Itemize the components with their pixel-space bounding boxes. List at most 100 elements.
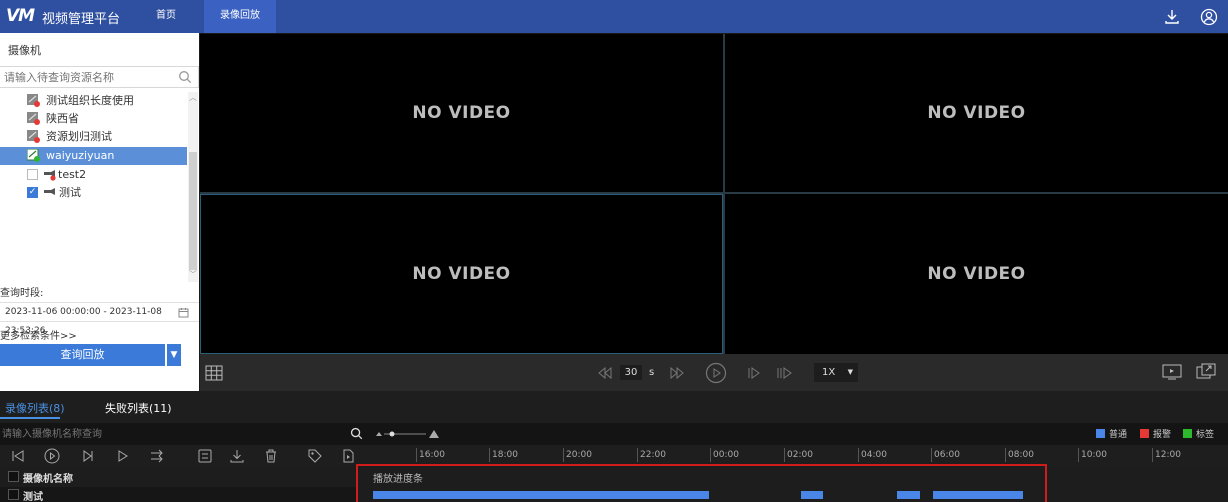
timeline-tick: 02:00: [784, 448, 813, 462]
camera-offline-icon: [44, 170, 56, 181]
tab-underline: [0, 417, 60, 419]
query-playback-button[interactable]: 查询回放: [0, 344, 165, 366]
chevron-down-icon: ▼: [847, 368, 853, 376]
timeline-tick: 08:00: [1005, 448, 1034, 462]
timeline-tick: 06:00: [931, 448, 960, 462]
scroll-thumb[interactable]: [189, 152, 197, 270]
select-all-checkbox[interactable]: [8, 471, 19, 482]
step-forward-icon[interactable]: [668, 364, 686, 382]
tree-scrollbar[interactable]: ︿ ﹀: [188, 92, 198, 282]
video-cell[interactable]: NO VIDEO: [725, 34, 1228, 192]
legend-swatch: [1183, 429, 1192, 438]
frame-forward-icon[interactable]: [745, 364, 763, 382]
scroll-down-icon[interactable]: ﹀: [189, 269, 197, 280]
folder-offline-icon: [27, 112, 40, 125]
tree-item-label: 测试组织长度使用: [46, 94, 134, 107]
video-grid: NO VIDEO NO VIDEO NO VIDEO NO VIDEO: [200, 34, 1228, 354]
date-range-field[interactable]: 2023-11-06 00:00:00 - 2023-11-08 23:53:2…: [0, 302, 199, 336]
tree-item-folder-selected[interactable]: waiyuziyuan: [0, 147, 187, 165]
grid-divider: [200, 192, 1228, 194]
row-camera-name: 测试: [23, 492, 43, 502]
video-cell-selected[interactable]: NO VIDEO: [200, 194, 723, 354]
app-root: VM 视频管理平台 首页 录像回放 摄像机 测试组织长度使用 陕西省 资源划归测…: [0, 0, 1228, 502]
legend-alarm: 报警: [1140, 427, 1171, 440]
legend-tag: 标签: [1183, 427, 1214, 440]
camera-search-input[interactable]: [0, 424, 345, 444]
query-dropdown-button[interactable]: ▼: [167, 344, 181, 366]
period-label: 查询时段:: [0, 288, 44, 299]
tag-icon[interactable]: [307, 448, 323, 464]
top-bar: VM 视频管理平台 首页 录像回放: [0, 0, 1228, 33]
delete-icon[interactable]: [263, 448, 279, 464]
fullscreen-icon[interactable]: [1196, 363, 1216, 381]
user-icon[interactable]: [1200, 8, 1218, 26]
timeline-tick: 10:00: [1078, 448, 1107, 462]
logo: VM: [6, 6, 35, 26]
folder-offline-icon: [27, 94, 40, 107]
step-seconds-input[interactable]: 30: [620, 365, 642, 380]
folder-online-icon: [27, 149, 40, 162]
table-row[interactable]: 测试: [0, 487, 356, 502]
more-conditions-link[interactable]: 更多检索条件>>: [0, 327, 77, 342]
video-cell[interactable]: NO VIDEO: [200, 34, 723, 192]
next-record-icon[interactable]: [115, 448, 131, 464]
tab-playback[interactable]: 录像回放: [204, 0, 276, 33]
column-header-camera-name: 摄像机名称: [23, 474, 73, 485]
tab-record-list[interactable]: 录像列表(8): [5, 400, 65, 416]
legend-label: 标签: [1196, 430, 1215, 440]
speed-select[interactable]: 1X ▼: [814, 363, 858, 382]
tree-item-label: 陕西省: [46, 112, 79, 125]
tree-item-folder-3[interactable]: 资源划归测试: [0, 128, 187, 146]
tree-item-folder-2[interactable]: 陕西省: [0, 110, 187, 128]
layout-grid-icon[interactable]: [205, 364, 223, 382]
camera-checkbox-checked[interactable]: ✓: [27, 187, 38, 198]
tag-list-icon[interactable]: [340, 448, 356, 464]
playback-control-bar: 30 s 1X ▼: [200, 354, 1228, 391]
timeline-tick: 16:00: [416, 448, 445, 462]
timeline-tick: 18:00: [489, 448, 518, 462]
calendar-icon[interactable]: [178, 307, 189, 318]
resource-search-input[interactable]: [0, 67, 170, 87]
search-icon[interactable]: [178, 70, 192, 84]
camera-checkbox[interactable]: [27, 169, 38, 180]
tree-item-label: test2: [58, 168, 87, 181]
screen-display-icon[interactable]: [1162, 363, 1182, 381]
timeline-tick: 00:00: [710, 448, 739, 462]
clip-icon[interactable]: [197, 448, 213, 464]
legend-swatch: [1140, 429, 1149, 438]
tree-item-camera-test[interactable]: ✓ 测试: [0, 184, 187, 202]
step-back-icon[interactable]: [596, 364, 614, 382]
timeline-header: 普通 报警 标签: [0, 423, 1228, 445]
download-icon[interactable]: [1163, 8, 1181, 26]
speed-value: 1X: [822, 367, 836, 378]
tree-item-label: 测试: [59, 186, 81, 199]
resource-search-box: [0, 66, 199, 88]
legend-label: 报警: [1153, 430, 1172, 440]
tree-item-folder-1[interactable]: 测试组织长度使用: [0, 92, 187, 110]
row-checkbox[interactable]: [8, 489, 19, 500]
fast-forward-icon[interactable]: [775, 364, 793, 382]
legend-normal: 普通: [1096, 427, 1127, 440]
tree-item-label: waiyuziyuan: [46, 149, 115, 162]
tree-item-camera-test2[interactable]: test2: [0, 166, 187, 184]
tree-item-label: 资源划归测试: [46, 130, 112, 143]
zoom-slider[interactable]: [374, 429, 440, 439]
step-unit-label: s: [649, 367, 655, 378]
video-cell[interactable]: NO VIDEO: [725, 194, 1228, 354]
progress-highlight-box: [356, 464, 1047, 502]
tab-failed-list[interactable]: 失败列表(11): [105, 400, 172, 416]
frame-step-icon[interactable]: [80, 448, 96, 464]
prev-record-icon[interactable]: [10, 448, 26, 464]
timeline-tick: 20:00: [563, 448, 592, 462]
folder-offline-icon: [27, 130, 40, 143]
search-icon[interactable]: [350, 427, 363, 440]
download-icon[interactable]: [229, 448, 245, 464]
sync-play-icon[interactable]: [149, 448, 165, 464]
tab-home[interactable]: 首页: [145, 0, 187, 33]
scroll-up-icon[interactable]: ︿: [189, 92, 197, 103]
grid-divider: [723, 34, 725, 354]
sidebar-title: 摄像机: [8, 44, 41, 57]
legend-swatch: [1096, 429, 1105, 438]
play-icon[interactable]: [705, 362, 727, 384]
play-record-icon[interactable]: [44, 448, 60, 464]
